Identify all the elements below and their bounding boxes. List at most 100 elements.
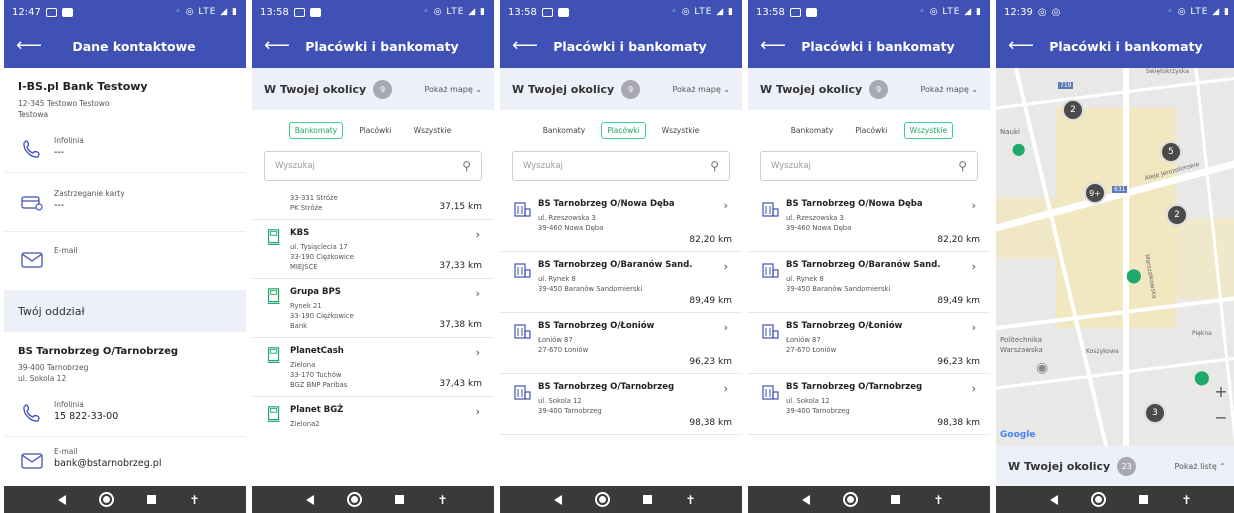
hotline-row[interactable]: Infolinia --- [4,126,246,173]
nav-home-icon[interactable] [843,492,859,507]
back-arrow-icon[interactable]: ⟵ [1008,37,1034,55]
nav-back-icon[interactable] [554,494,563,505]
bank-building-icon [514,202,531,217]
map-canvas[interactable]: Nauki Politechnika Warszawska Koszykowa … [996,68,1234,446]
chevron-right-icon: › [723,382,728,395]
list-item[interactable]: Planet BGŻ Zielona2 › [252,397,494,435]
item-address: ul. Tysiąclecia 17 [290,243,348,251]
map-pin-icon[interactable]: ⬤ [1194,370,1210,386]
nav-recents-icon[interactable] [643,495,653,504]
app-bar: ⟵ Dane kontaktowe [4,24,246,68]
tab-all[interactable]: Wszystkie [903,122,954,139]
list-item[interactable]: BS Tarnobrzeg O/Baranów Sand. ul. Rynek … [748,252,990,313]
email-row[interactable]: E-mail [4,232,246,290]
nav-home-icon[interactable] [595,492,611,507]
search-input[interactable]: Wyszukaj ⚲ [760,151,978,181]
map-pin-icon[interactable]: ⬤ [1126,268,1142,284]
map-cluster[interactable]: 2 [1166,204,1188,226]
back-arrow-icon[interactable]: ⟵ [264,37,290,55]
accessibility-icon[interactable]: ✝ [437,493,447,507]
status-bar: 13:58 ◦ ◎ LTE ◢ ▮ [500,0,742,24]
tab-branches[interactable]: Placówki [353,122,397,139]
notification-icon [309,7,321,17]
nav-recents-icon[interactable] [395,495,405,504]
show-map-button[interactable]: Pokaż mapę ⌄ [672,85,730,94]
card-icon [21,196,43,211]
tab-atms[interactable]: Bankomaty [288,122,344,139]
bank-building-icon [514,385,531,400]
map-cluster[interactable]: 5 [1160,141,1182,163]
list-item[interactable]: BS Tarnobrzeg O/Łoniów Łoniów 87 27-670 … [500,313,742,374]
tab-all[interactable]: Wszystkie [408,122,458,139]
item-name: BS Tarnobrzeg O/Nowa Dęba [538,199,675,209]
status-time: 13:58 [508,6,537,18]
map-cluster[interactable]: 9+ [1084,182,1106,204]
atm-icon [267,229,280,245]
list-item[interactable]: BS Tarnobrzeg O/Nowa Dęba ul. Rzeszowska… [748,191,990,252]
nav-back-icon[interactable] [306,494,315,505]
tab-atms[interactable]: Bankomaty [785,122,839,139]
accessibility-icon[interactable]: ✝ [189,493,199,507]
item-name: Planet BGŻ [290,405,344,415]
tab-atms[interactable]: Bankomaty [537,122,591,139]
branch-name: BS Tarnobrzeg O/Tarnobrzeg [18,346,179,357]
map-label: Świętokrzyska [1146,68,1189,75]
list-item[interactable]: 33-331 Stróże PK Stróże 37,15 km [252,191,494,220]
accessibility-icon[interactable]: ✝ [933,493,943,507]
nearby-title: W Twojej okolicy [760,82,863,96]
nav-back-icon[interactable] [1050,494,1059,505]
card-block-row[interactable]: Zastrzeganie karty --- [4,173,246,232]
map-label: Koszykowa [1086,348,1119,355]
item-name: BS Tarnobrzeg O/Łoniów [538,321,655,331]
back-arrow-icon[interactable]: ⟵ [760,37,786,55]
phone-icon [23,404,40,422]
accessibility-icon[interactable]: ✝ [1181,493,1191,507]
list-item[interactable]: BS Tarnobrzeg O/Baranów Sand. ul. Rynek … [500,252,742,313]
tab-branches[interactable]: Placówki [601,122,646,139]
back-arrow-icon[interactable]: ⟵ [512,37,538,55]
screenshot-strip: 12:47 ◦ ◎ LTE ◢ ▮ ⟵ Dane kontaktowe I-BS… [0,0,1234,513]
branch-email-row[interactable]: E-mail bank@bstarnobrzeg.pl [4,437,246,483]
list-item[interactable]: BS Tarnobrzeg O/Łoniów Łoniów 87 27-670 … [748,313,990,374]
search-input[interactable]: Wyszukaj ⚲ [264,151,482,181]
show-map-button[interactable]: Pokaż mapę ⌄ [424,85,482,94]
list-item[interactable]: BS Tarnobrzeg O/Tarnobrzeg ul. Sokola 12… [748,374,990,435]
list-item[interactable]: PlanetCash Zielona 33-170 Tuchów BGŻ BNP… [252,338,494,397]
nav-recents-icon[interactable] [891,495,901,504]
item-distance: 89,49 km [937,296,980,306]
nav-recents-icon[interactable] [1139,495,1149,504]
nearby-count-badge: 9 [621,79,641,99]
nav-recents-icon[interactable] [147,495,157,504]
show-list-button[interactable]: Pokaż listę ⌃ [1175,462,1227,471]
atm-icon [267,406,280,422]
back-arrow-icon[interactable]: ⟵ [16,37,42,55]
list-item[interactable]: BS Tarnobrzeg O/Tarnobrzeg ul. Sokola 12… [500,374,742,435]
nav-home-icon[interactable] [347,492,363,507]
item-address: ul. Rynek 8 [786,275,824,283]
branch-email-label: E-mail [54,447,78,456]
list-item[interactable]: Grupa BPS Rynek 21 33-190 Ciężkowice Ban… [252,279,494,338]
map-pin-icon[interactable]: ⬤ [1012,142,1025,156]
map-cluster[interactable]: 3 [1144,402,1166,424]
tab-branches[interactable]: Placówki [849,122,893,139]
list-item[interactable]: KBS ul. Tysiąclecia 17 33-190 Ciężkowice… [252,220,494,279]
nav-back-icon[interactable] [802,494,811,505]
branch-hotline-label: Infolinia [54,400,84,409]
filter-tabs: Bankomaty Placówki Wszystkie [500,110,742,147]
branch-hotline-row[interactable]: Infolinia 15 822-33-00 [4,390,246,437]
zoom-in-button[interactable]: + [1212,382,1230,401]
search-input[interactable]: Wyszukaj ⚲ [512,151,730,181]
nav-home-icon[interactable] [1091,492,1107,507]
nav-back-icon[interactable] [58,494,67,505]
item-address: Łoniów 87 [786,336,821,344]
list-item[interactable]: BS Tarnobrzeg O/Nowa Dęba ul. Rzeszowska… [500,191,742,252]
status-bar: 12:47 ◦ ◎ LTE ◢ ▮ [4,0,246,24]
search-icon: ⚲ [710,159,719,173]
tab-all[interactable]: Wszystkie [656,122,706,139]
nav-home-icon[interactable] [99,492,115,507]
map-cluster[interactable]: 2 [1062,99,1084,121]
accessibility-icon[interactable]: ✝ [685,493,695,507]
chevron-right-icon: › [475,228,480,241]
zoom-out-button[interactable]: − [1212,408,1230,427]
show-map-button[interactable]: Pokaż mapę ⌄ [920,85,978,94]
